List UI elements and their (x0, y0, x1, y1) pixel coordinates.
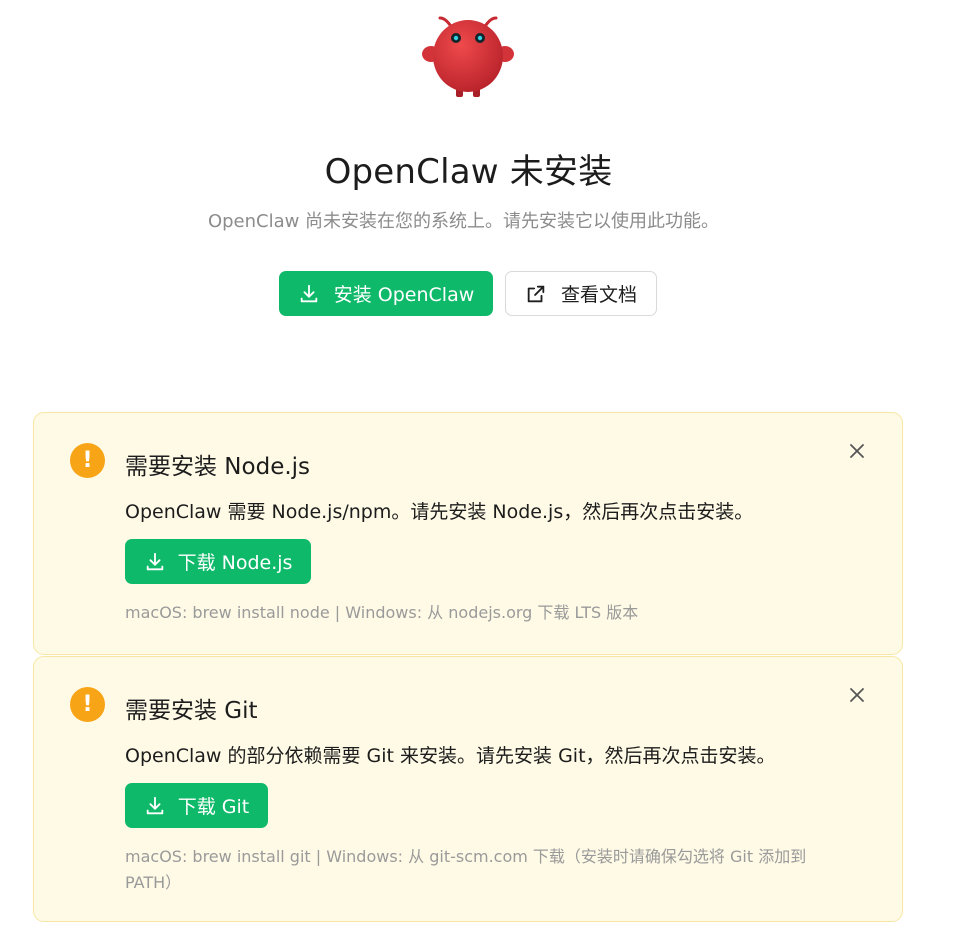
download-icon (146, 552, 163, 570)
view-docs-label: 查看文档 (560, 284, 637, 306)
download-nodejs-label: 下载 Node.js (177, 552, 293, 574)
alert-description: OpenClaw 需要 Node.js/npm。请先安装 Node.js，然后再… (125, 501, 754, 523)
page-subtitle: OpenClaw 尚未安装在您的系统上。请先安装它以使用此功能。 (207, 211, 720, 232)
download-icon (300, 284, 317, 302)
view-docs-button[interactable]: 查看文档 (505, 271, 657, 316)
git-required-alert: ! 需要安装 Git OpenClaw 的部分依赖需要 Git 来安装。请先安装… (33, 656, 903, 922)
not-installed-hero: OpenClaw 未安装 OpenClaw 尚未安装在您的系统上。请先安装它以使… (0, 0, 973, 340)
download-icon (146, 796, 163, 814)
close-icon[interactable] (847, 441, 867, 461)
warning-icon: ! (70, 687, 105, 722)
close-icon[interactable] (847, 685, 867, 705)
openclaw-mascot-logo (422, 16, 514, 97)
download-git-label: 下载 Git (177, 796, 250, 818)
page-title: OpenClaw 未安装 (324, 152, 613, 192)
install-openclaw-label: 安装 OpenClaw (333, 284, 475, 306)
download-nodejs-button[interactable]: 下载 Node.js (125, 539, 311, 584)
external-link-icon (527, 285, 545, 302)
alert-hint: macOS: brew install git | Windows: 从 git… (125, 847, 807, 892)
install-openclaw-button[interactable]: 安装 OpenClaw (279, 271, 493, 316)
alert-title: 需要安装 Git (125, 698, 258, 724)
download-git-button[interactable]: 下载 Git (125, 783, 268, 828)
alert-title: 需要安装 Node.js (125, 454, 311, 480)
warning-icon: ! (70, 443, 105, 478)
alert-description: OpenClaw 的部分依赖需要 Git 来安装。请先安装 Git，然后再次点击… (125, 745, 776, 767)
nodejs-required-alert: ! 需要安装 Node.js OpenClaw 需要 Node.js/npm。请… (33, 412, 903, 655)
alert-hint: macOS: brew install node | Windows: 从 no… (125, 603, 639, 622)
